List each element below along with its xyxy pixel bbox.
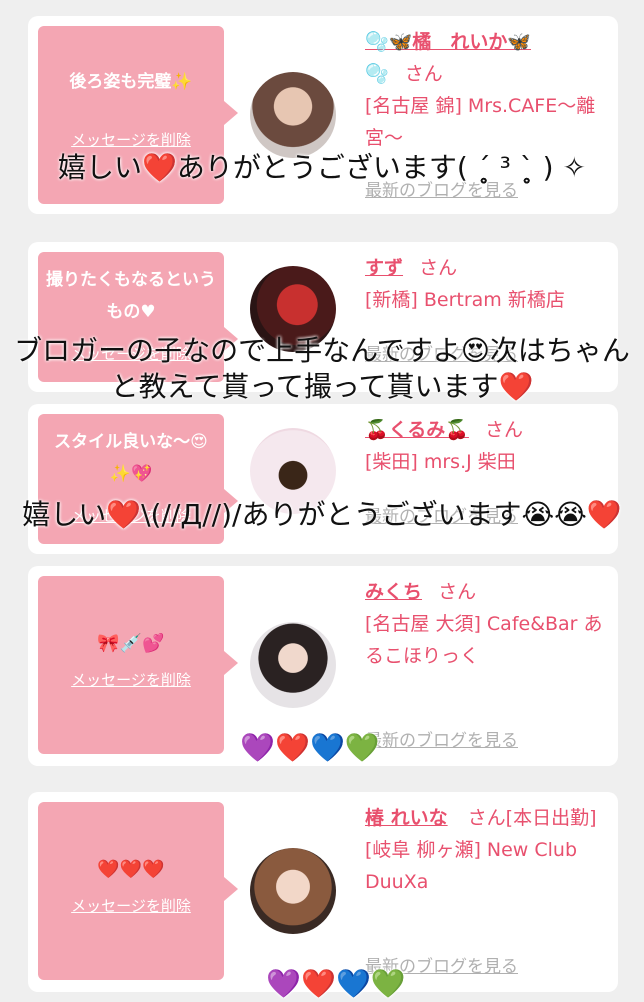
sender-info: 椿 れいな さん[本日出勤] [岐阜 柳ヶ瀬] New Club DuuXa xyxy=(365,802,613,898)
sender-name-link[interactable]: 椿 れいな xyxy=(365,807,448,829)
honorific: さん xyxy=(438,581,477,603)
message-text: 後ろ姿も完璧✨ xyxy=(69,72,193,92)
honorific: さん xyxy=(419,257,458,279)
heart-stickers: 💜❤️💙💚 xyxy=(240,731,380,764)
sender-name-link[interactable]: すず xyxy=(365,257,403,279)
delete-message-link[interactable]: メッセージを削除 xyxy=(38,895,224,916)
honorific: さん xyxy=(484,419,523,441)
sender-name-suffix: 🫧 xyxy=(365,63,389,85)
message-text: スタイル良いな〜😍✨💖 xyxy=(54,432,208,484)
message-bubble: ❤️❤️❤️ メッセージを削除 xyxy=(38,802,238,980)
message-text: 撮りたくもなるというもの♥ xyxy=(46,270,216,322)
message-card: ❤️❤️❤️ メッセージを削除 椿 れいな さん[本日出勤] [岐阜 柳ヶ瀬] … xyxy=(28,792,618,992)
shop-name: [岐阜 柳ヶ瀬] New Club DuuXa xyxy=(365,839,578,893)
delete-message-link[interactable]: メッセージを削除 xyxy=(38,669,224,690)
sender-info: 🫧🦋橘 れいか🦋 🫧 さん [名古屋 錦] Mrs.CAFE〜離宮〜 xyxy=(365,26,613,154)
sender-info: すず さん [新橋] Bertram 新橋店 xyxy=(365,252,613,316)
message-text: ❤️❤️❤️ xyxy=(97,859,165,880)
reply-caption: 嬉しい❤️ありがとうございます( ˊ̥̥̥̥̥ ³ ˋ̥̥̥̥̥ ) ✧ xyxy=(58,151,586,184)
message-text: 🎀💉💕 xyxy=(97,633,165,654)
shop-name: [名古屋 錦] Mrs.CAFE〜離宮〜 xyxy=(365,95,596,149)
shop-name: [新橋] Bertram 新橋店 xyxy=(365,289,565,311)
sender-info: みくち さん [名古屋 大須] Cafe&Bar あるこほりっく xyxy=(365,576,613,672)
shop-name: [柴田] mrs.J 柴田 xyxy=(365,451,516,473)
heart-stickers: 💜❤️💙💚 xyxy=(266,967,406,1000)
sender-info: 🍒くるみ🍒 さん [柴田] mrs.J 柴田 xyxy=(365,414,613,478)
reply-caption: 嬉しい❤️\(//Д//)/ありがとうございます😭😭❤️ xyxy=(22,498,622,531)
message-bubble: 🎀💉💕 メッセージを削除 xyxy=(38,576,238,754)
reply-caption: ブロガーの子なので上手なんですよ😍次はちゃんと教えて貰って撮って貰います❤️ xyxy=(14,334,630,403)
shop-name: [名古屋 大須] Cafe&Bar あるこほりっく xyxy=(365,613,603,667)
avatar[interactable] xyxy=(250,622,336,708)
sender-name-link[interactable]: 🫧🦋橘 れいか🦋 xyxy=(365,31,531,53)
honorific: さん[本日出勤] xyxy=(467,807,597,829)
avatar[interactable] xyxy=(250,72,336,158)
delete-message-link[interactable]: メッセージを削除 xyxy=(38,129,224,150)
sender-name-link[interactable]: 🍒くるみ🍒 xyxy=(365,419,469,441)
honorific: さん xyxy=(404,63,443,85)
sender-name-link[interactable]: みくち xyxy=(365,581,422,603)
avatar[interactable] xyxy=(250,848,336,934)
